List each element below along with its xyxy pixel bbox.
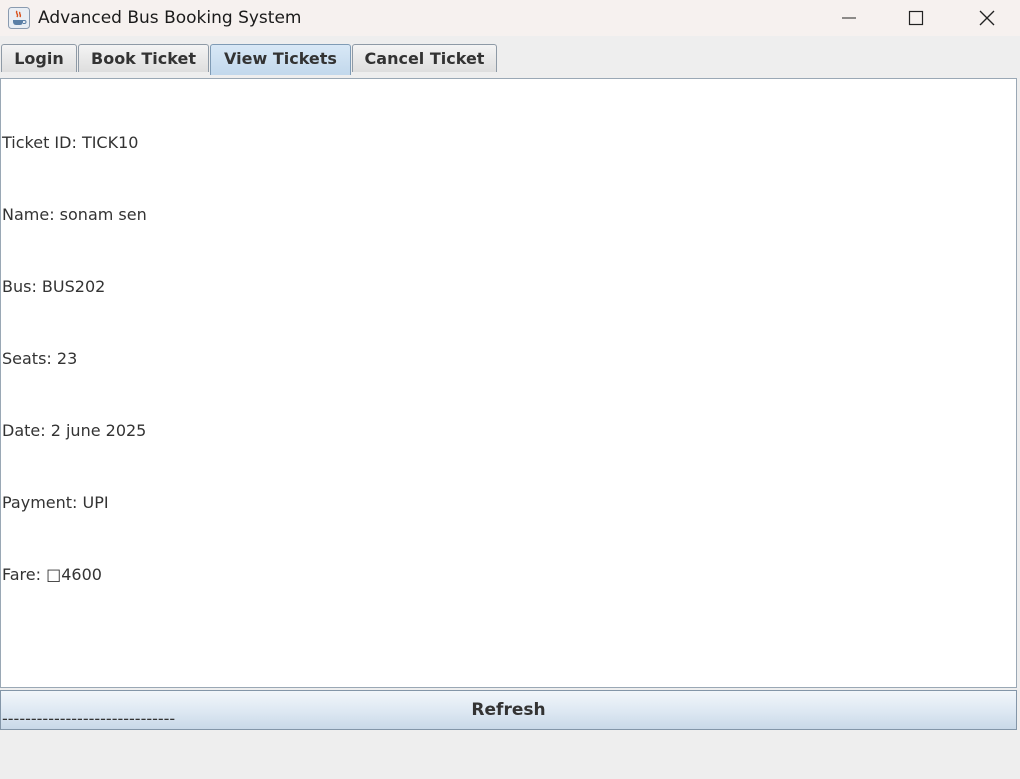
ticket-seats-line: Seats: 23 (2, 349, 78, 368)
tab-book-ticket[interactable]: Book Ticket (78, 44, 209, 72)
maximize-icon (908, 10, 924, 26)
tickets-text-area[interactable]: Ticket ID: TICK10 Name: sonam sen Bus: B… (0, 78, 1017, 728)
ticket-name-line: Name: sonam sen (2, 205, 147, 224)
minimize-button[interactable] (826, 0, 872, 36)
title-bar: Advanced Bus Booking System (0, 0, 1020, 36)
ticket-date-line: Date: 2 june 2025 (2, 421, 147, 440)
ticket-payment-line: Payment: UPI (2, 493, 109, 512)
ticket-bus-line: Bus: BUS202 (2, 277, 106, 296)
separator-line: ------------------------------ (2, 709, 176, 728)
window-title: Advanced Bus Booking System (38, 8, 302, 28)
tab-cancel-ticket[interactable]: Cancel Ticket (352, 44, 497, 72)
ticket-id-line: Ticket ID: TICK10 (2, 133, 139, 152)
ticket-fare-line: Fare: □4600 (2, 565, 102, 584)
ticket-details: Ticket ID: TICK10 Name: sonam sen Bus: B… (2, 83, 175, 779)
tab-strip: Login Book Ticket View Tickets Cancel Ti… (0, 36, 1020, 75)
close-button[interactable] (964, 0, 1010, 36)
minimize-icon (842, 17, 856, 19)
tab-view-tickets[interactable]: View Tickets (210, 44, 351, 75)
close-icon (979, 10, 995, 26)
java-coffee-icon (8, 7, 30, 29)
maximize-button[interactable] (893, 0, 939, 36)
tab-login[interactable]: Login (1, 44, 77, 72)
